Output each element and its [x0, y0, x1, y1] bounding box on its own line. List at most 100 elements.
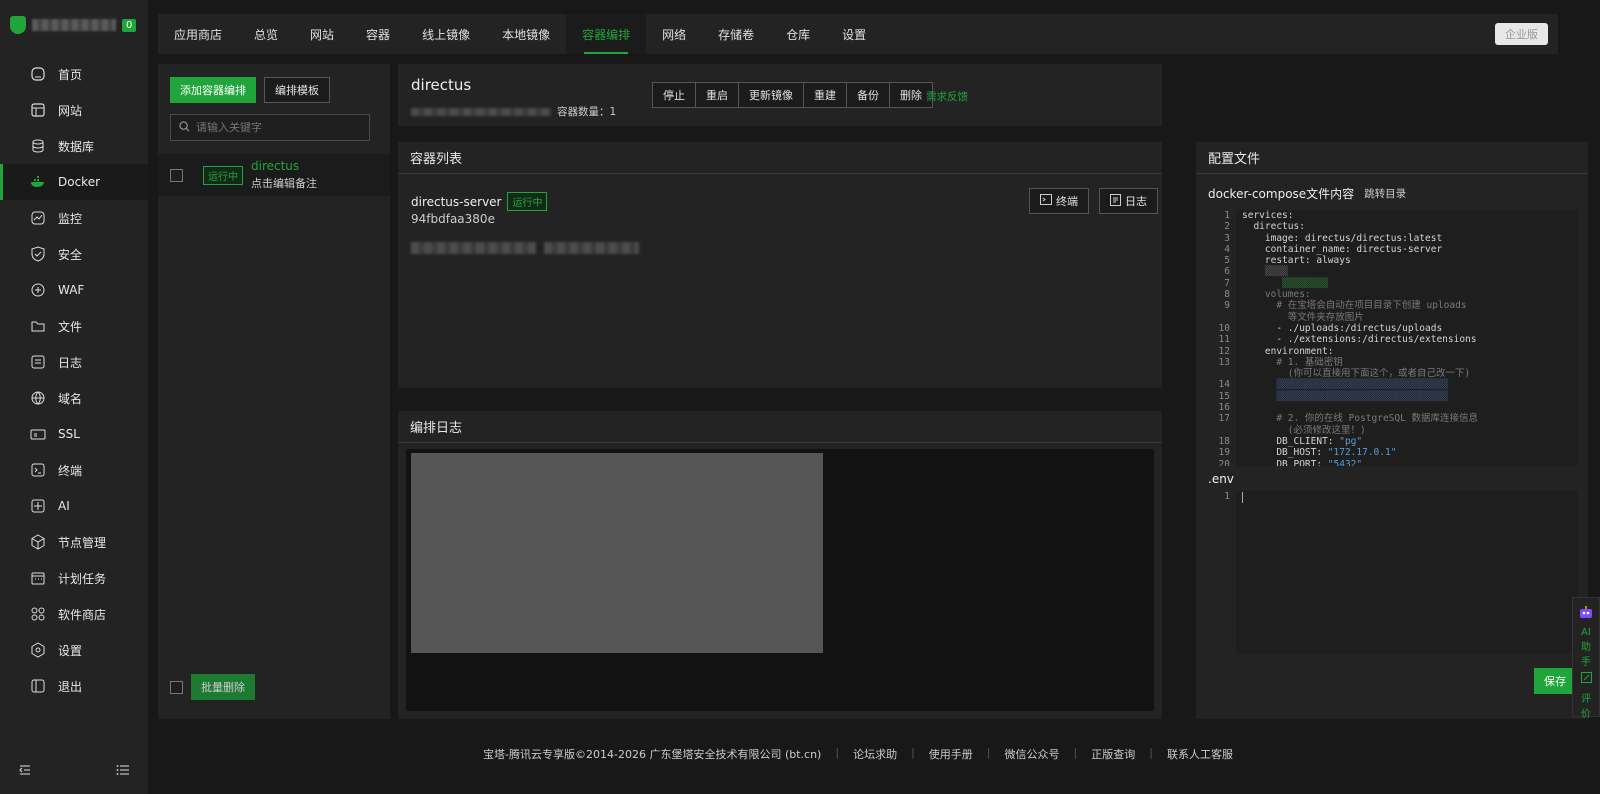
sidebar-item-globe[interactable]: 域名: [0, 380, 148, 416]
docker-icon: [30, 174, 46, 190]
footer-link-4[interactable]: 联系人工客服: [1167, 746, 1233, 762]
footer-link-2[interactable]: 微信公众号: [1005, 746, 1060, 762]
top-tab-bar: 应用商店 总览 网站 容器 线上镜像 本地镜像 容器编排 网络 存储卷 仓库 设置 企业版: [158, 14, 1558, 54]
footer-link-1[interactable]: 使用手册: [929, 746, 973, 762]
status-badge: 运行中: [203, 165, 243, 185]
terminal-label: 终端: [1056, 195, 1078, 208]
env-editor[interactable]: 1: [1208, 491, 1578, 654]
jump-directory-link[interactable]: 跳转目录: [1364, 186, 1406, 201]
container-count: 容器数量：1: [557, 106, 617, 118]
rate-label-2: 价: [1581, 709, 1591, 720]
search-box[interactable]: [170, 114, 370, 141]
enterprise-button[interactable]: 企业版: [1495, 23, 1548, 45]
select-all-checkbox[interactable]: [170, 680, 183, 694]
sidebar-item-monitor[interactable]: 监控: [0, 200, 148, 236]
search-input[interactable]: [196, 121, 356, 134]
sidebar-item-settings[interactable]: 设置: [0, 632, 148, 668]
sidebar-item-shield[interactable]: 安全: [0, 236, 148, 272]
sidebar-item-label: 安全: [58, 247, 83, 262]
tab-9[interactable]: 仓库: [770, 14, 826, 54]
sidebar: 0 首页网站数据库 Docker 监控安全 WAF 文件 日志域名 SSL 终端 AI 节点管理计…: [0, 0, 148, 794]
database-icon: [30, 138, 46, 154]
redacted-path: [411, 107, 551, 116]
footer-separator: |: [986, 746, 991, 759]
action-button-2[interactable]: 更新镜像: [739, 83, 804, 107]
sidebar-item-label: 计划任务: [58, 571, 107, 586]
sidebar-item-home[interactable]: 首页: [0, 56, 148, 92]
batch-delete-button[interactable]: 批量删除: [191, 674, 255, 700]
sidebar-item-label: 域名: [58, 391, 83, 406]
sidebar-item-label: 数据库: [58, 139, 95, 154]
sidebar-item-calendar[interactable]: 计划任务: [0, 560, 148, 596]
line-numbers: 1 2 3 4 5 6 7 8 9 10 11 12 13 14 15 16 17 18 19 20: [1208, 210, 1236, 466]
ai-assistant-float[interactable]: AI 助 手 评 价: [1572, 597, 1600, 720]
notification-badge[interactable]: 0: [122, 18, 137, 32]
compose-file-label: docker-compose文件内容: [1208, 187, 1355, 201]
feedback-link[interactable]: 需求反馈: [926, 89, 968, 104]
website-icon: [30, 102, 46, 118]
add-compose-button[interactable]: 添加容器编排: [170, 77, 256, 103]
monitor-icon: [30, 210, 46, 226]
folder-icon: [30, 318, 46, 334]
globe-icon: [30, 390, 46, 406]
sidebar-item-folder[interactable]: 文件: [0, 308, 148, 344]
compose-title: directus: [411, 76, 472, 94]
sidebar-item-waf[interactable]: WAF: [0, 272, 148, 308]
action-button-0[interactable]: 停止: [653, 83, 696, 107]
action-button-4[interactable]: 备份: [847, 83, 890, 107]
edit-note-link[interactable]: 点击编辑备注: [251, 175, 317, 191]
action-button-3[interactable]: 重建: [804, 83, 847, 107]
action-button-group: 停止 重启 更新镜像 重建 备份 删除: [652, 82, 933, 108]
tab-10[interactable]: 设置: [826, 14, 882, 54]
action-button-1[interactable]: 重启: [696, 83, 739, 107]
settings-icon: [30, 642, 46, 658]
sidebar-item-terminal[interactable]: 终端: [0, 452, 148, 488]
sidebar-item-label: 监控: [58, 211, 83, 226]
sidebar-item-website[interactable]: 网站: [0, 92, 148, 128]
tab-2[interactable]: 网站: [294, 14, 350, 54]
compose-editor[interactable]: 1 2 3 4 5 6 7 8 9 10 11 12 13 14 15 16 17 18 19 20 services…: [1208, 210, 1578, 466]
sidebar-item-ssl[interactable]: SSL: [0, 416, 148, 452]
footer-link-0[interactable]: 论坛求助: [853, 746, 897, 762]
menu-list-icon[interactable]: [116, 763, 130, 780]
tab-4[interactable]: 线上镜像: [406, 14, 486, 54]
item-checkbox[interactable]: [170, 168, 183, 182]
terminal-button[interactable]: 终端: [1029, 188, 1089, 214]
tab-0[interactable]: 应用商店: [158, 14, 238, 54]
text-cursor: [1242, 492, 1243, 503]
compose-template-button[interactable]: 编排模板: [264, 77, 330, 103]
tab-1[interactable]: 总览: [238, 14, 294, 54]
tab-5[interactable]: 本地镜像: [486, 14, 566, 54]
sidebar-item-ai[interactable]: AI: [0, 488, 148, 524]
sidebar-item-label: SSL: [58, 427, 80, 441]
log-button[interactable]: 日志: [1099, 188, 1158, 214]
sidebar-item-logout[interactable]: 退出: [0, 668, 148, 704]
config-file-panel: 配置文件 docker-compose文件内容 跳转目录 1 2 3 4 5 6 7 8 9 10…: [1196, 142, 1588, 719]
collapse-icon[interactable]: [18, 763, 32, 780]
footer: 宝塔-腾讯云专享版©2014-2026 广东堡塔安全技术有限公司 (bt.cn)…: [158, 746, 1558, 762]
compose-name-link[interactable]: directus: [251, 159, 317, 173]
save-button[interactable]: 保存: [1534, 668, 1576, 694]
sidebar-item-store[interactable]: 软件商店: [0, 596, 148, 632]
sidebar-item-database[interactable]: 数据库: [0, 128, 148, 164]
compose-list-item[interactable]: 运行中 directus 点击编辑备注: [158, 154, 390, 196]
footer-link-3[interactable]: 正版查询: [1091, 746, 1135, 762]
sidebar-item-docker[interactable]: Docker: [0, 164, 148, 200]
tab-3[interactable]: 容器: [350, 14, 406, 54]
sidebar-item-node[interactable]: 节点管理: [0, 524, 148, 560]
tab-7[interactable]: 网络: [646, 14, 702, 54]
node-icon: [30, 534, 46, 550]
log-output-area[interactable]: [406, 449, 1154, 711]
tab-6[interactable]: 容器编排: [566, 14, 647, 54]
tab-8[interactable]: 存储卷: [702, 14, 770, 54]
ai-icon: [30, 498, 46, 514]
compose-log-title: 编排日志: [398, 411, 1162, 443]
ai-label: AI: [1581, 627, 1591, 638]
sidebar-item-log[interactable]: 日志: [0, 344, 148, 380]
search-icon: [179, 120, 190, 135]
ai-label-2: 助: [1581, 642, 1591, 653]
store-icon: [30, 606, 46, 622]
sidebar-item-label: 首页: [58, 67, 83, 82]
container-id: 94fbdfaa380e: [411, 212, 495, 226]
log-label: 日志: [1125, 195, 1147, 208]
